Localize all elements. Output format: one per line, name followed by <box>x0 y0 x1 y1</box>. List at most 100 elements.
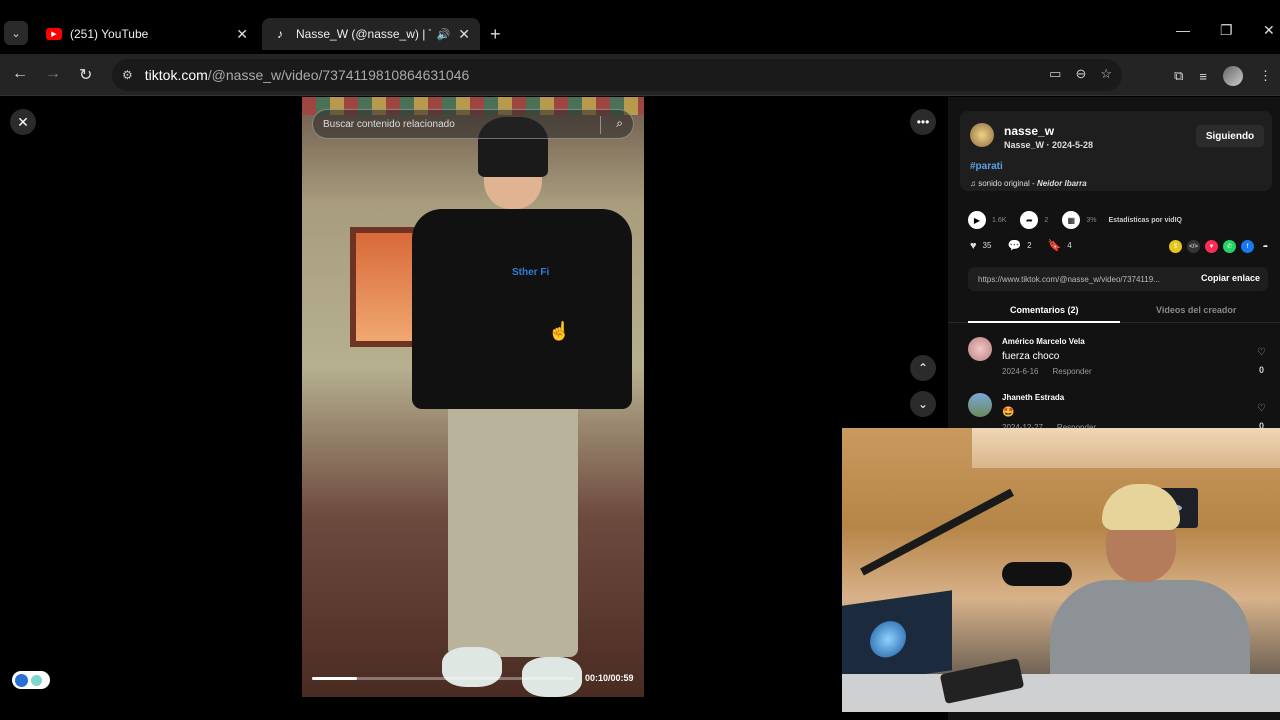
tab-youtube[interactable]: ▶ (251) YouTube ✕ <box>36 18 258 50</box>
comment-text: 🤩 <box>1002 407 1015 418</box>
shirt-logo: Sther Fi <box>512 267 550 278</box>
desk <box>842 674 1280 712</box>
extension-pill[interactable] <box>12 671 50 689</box>
comment-meta: 2024-6-16 Responder <box>1002 367 1092 376</box>
creator-card: nasse_w Nasse_W · 2024-5-28 Siguiendo #p… <box>960 111 1272 191</box>
tab-comments[interactable]: Comentarios (2) <box>1010 305 1079 315</box>
tab-search-dropdown[interactable]: ⌄ <box>4 21 28 45</box>
restore-button[interactable]: ❐ <box>1220 22 1233 39</box>
close-video-button[interactable]: ✕ <box>10 109 36 135</box>
share-arrow-icon[interactable]: ➦ <box>1259 240 1272 253</box>
embed-icon[interactable]: </> <box>1187 240 1200 253</box>
forward-button[interactable]: → <box>45 65 61 83</box>
address-bar[interactable]: ⚙ tiktok.com/@nasse_w/video/737411981086… <box>112 59 1122 91</box>
music-note-icon: ♫ <box>970 179 979 188</box>
commenter-name[interactable]: Jhaneth Estrada <box>1002 393 1064 402</box>
video-actions: ♥ 35 💬 2 🔖 4 <box>970 239 1072 253</box>
comment-icon[interactable]: 💬 <box>1007 239 1021 252</box>
creator-avatar[interactable] <box>970 123 994 147</box>
tab-title: (251) YouTube <box>70 27 149 41</box>
sound-prefix: sonido original - <box>978 179 1037 188</box>
copy-link-button[interactable]: Copiar enlace <box>1201 273 1260 283</box>
tab-creator-videos[interactable]: Videos del creador <box>1156 305 1236 315</box>
save-count: 4 <box>1067 241 1072 250</box>
cast-icon[interactable]: ▭ <box>1049 66 1061 82</box>
comment-like-icon[interactable]: ♡ <box>1257 403 1266 414</box>
engagement-icon: ▦ <box>1062 211 1081 229</box>
mouse-cursor-icon: ☝ <box>548 321 571 341</box>
close-tab-icon[interactable]: ✕ <box>236 26 248 43</box>
reload-button[interactable]: ↻ <box>79 65 92 85</box>
vidiq-stats-row: ▶ 1.6K ➦ 2 ▦ 3% Estadísticas por vidIQ <box>968 211 1182 229</box>
comment-count: 2 <box>1027 241 1032 250</box>
video-url: https://www.tiktok.com/@nasse_w/video/73… <box>978 274 1160 284</box>
commenter-avatar[interactable] <box>968 337 992 361</box>
play-count: 1.6K <box>992 216 1007 224</box>
hashtag-link[interactable]: #parati <box>970 161 1003 172</box>
new-tab-button[interactable]: + <box>490 24 501 45</box>
creator-username[interactable]: nasse_w <box>1004 124 1054 138</box>
mic-boom-arm <box>860 488 1014 576</box>
related-search-input[interactable]: Buscar contenido relacionado ⌕ <box>312 109 634 139</box>
tab-tiktok[interactable]: ♪ Nasse_W (@nasse_w) | TikTo 🔊 ✕ <box>262 18 480 50</box>
like-count: 35 <box>982 241 992 250</box>
active-tab-indicator <box>968 321 1120 323</box>
more-options-button[interactable]: ••• <box>910 109 936 135</box>
commenter-name[interactable]: Américo Marcelo Vela <box>1002 337 1085 346</box>
extension-icon <box>31 674 42 686</box>
url-path: /@nasse_w/video/7374119810864631046 <box>207 67 470 83</box>
search-icon[interactable]: ⌕ <box>616 116 623 131</box>
comment-text: fuerza choco <box>1002 351 1060 362</box>
play-icon: ▶ <box>968 211 986 229</box>
ceiling <box>972 428 1280 468</box>
youtube-icon: ▶ <box>46 28 62 40</box>
toolbar: ← → ↻ ⚙ tiktok.com/@nasse_w/video/737411… <box>0 54 1280 96</box>
vidiq-stats-label: Estadísticas por vidIQ <box>1108 216 1182 224</box>
sound-link[interactable]: ♫ sonido original - Neidor Ibarra <box>970 179 1087 188</box>
video-player[interactable]: Sther Fi Buscar contenido relacionado ⌕ … <box>302 97 644 697</box>
tab-title: Nasse_W (@nasse_w) | TikTo <box>296 27 431 41</box>
commenter-avatar[interactable] <box>968 393 992 417</box>
engagement-percent: 3% <box>1086 216 1097 224</box>
facebook-icon[interactable]: f <box>1241 240 1254 253</box>
comment-like-icon[interactable]: ♡ <box>1257 347 1266 358</box>
next-video-button[interactable]: ⌄ <box>910 391 936 417</box>
zoom-icon[interactable]: ⊖ <box>1075 66 1086 82</box>
following-button[interactable]: Siguiendo <box>1196 125 1264 147</box>
media-control-icon[interactable]: ≡ <box>1199 69 1207 84</box>
microphone <box>1002 562 1072 586</box>
search-placeholder: Buscar contenido relacionado <box>323 118 455 130</box>
back-button[interactable]: ← <box>12 65 28 83</box>
site-settings-icon[interactable]: ⚙ <box>122 68 133 82</box>
share-stat-icon: ➦ <box>1020 211 1039 229</box>
creator-date: Nasse_W · 2024-5-28 <box>1004 140 1094 150</box>
minimize-button[interactable]: — <box>1176 22 1190 38</box>
bookmark-icon[interactable]: 🔖 <box>1048 239 1062 252</box>
link-copy-field[interactable]: https://www.tiktok.com/@nasse_w/video/73… <box>968 267 1268 291</box>
previous-video-button[interactable]: ⌃ <box>910 355 936 381</box>
whatsapp-icon[interactable]: ✆ <box>1223 240 1236 253</box>
video-time: 00:10/00:59 <box>585 673 634 683</box>
extension-icon <box>15 673 28 687</box>
share-icons: $ </> ▼ ✆ f ➦ <box>1169 240 1272 253</box>
coin-icon[interactable]: $ <box>1169 240 1182 253</box>
url-host: tiktok.com <box>144 67 208 83</box>
close-window-button[interactable]: ✕ <box>1263 22 1275 39</box>
comment-like-count: 0 <box>1258 365 1264 375</box>
profile-avatar[interactable] <box>1223 66 1243 86</box>
webcam-overlay <box>842 428 1280 712</box>
tab-strip: ⌄ ▶ (251) YouTube ✕ ♪ Nasse_W (@nasse_w)… <box>0 0 1280 54</box>
reply-link[interactable]: Responder <box>1052 367 1091 376</box>
close-tab-icon[interactable]: ✕ <box>458 26 470 43</box>
share-count: 2 <box>1044 216 1049 224</box>
send-icon[interactable]: ▼ <box>1205 240 1218 253</box>
panel-tabs: Comentarios (2) Videos del creador <box>948 301 1280 323</box>
tiktok-icon: ♪ <box>277 27 283 41</box>
speaker-icon[interactable]: 🔊 <box>437 28 451 41</box>
menu-icon[interactable]: ⋮ <box>1259 68 1272 84</box>
progress-fill <box>312 677 357 680</box>
extensions-icon[interactable]: ⧉ <box>1174 68 1183 84</box>
heart-icon[interactable]: ♥ <box>970 240 977 252</box>
video-progress-bar[interactable] <box>312 677 574 680</box>
bookmark-star-icon[interactable]: ☆ <box>1100 66 1112 82</box>
